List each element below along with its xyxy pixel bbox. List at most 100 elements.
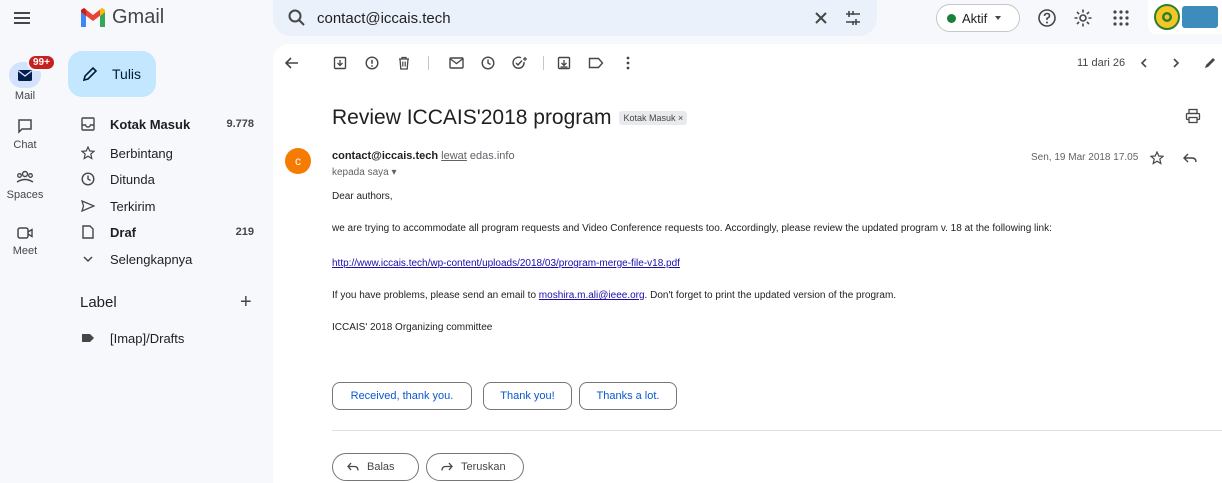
inbox-icon [80,117,96,131]
add-label-icon[interactable]: + [240,292,252,312]
smart-reply-thank-you[interactable]: Thank you! [483,382,572,410]
gmail-m-icon [80,7,106,28]
move-to-icon[interactable] [555,54,573,72]
mark-unread-icon[interactable] [447,54,465,72]
more-vert-icon[interactable] [619,54,637,72]
close-icon[interactable] [811,8,831,28]
reply-icon [347,462,359,472]
smart-reply-thanks-a-lot[interactable]: Thanks a lot. [579,382,677,410]
menu-icon[interactable] [12,8,32,28]
search-bar[interactable]: contact@iccais.tech [273,0,877,36]
trash-icon[interactable] [395,54,413,72]
message-panel: 11 dari 26 Review ICCAIS'2018 program Ko… [273,44,1222,483]
email-paragraph-1: we are trying to accommodate all program… [332,223,1052,234]
email-subject: Review ICCAIS'2018 program Kotak Masuk × [332,106,688,130]
smart-reply-received[interactable]: Received, thank you. [332,382,472,410]
archive-icon[interactable] [331,54,349,72]
rail-label-meet: Meet [12,245,38,257]
rail-item-mail[interactable]: 99+ Mail [0,54,56,102]
labels-heading: Label [80,294,117,311]
rail-item-spaces[interactable]: Spaces [0,170,50,201]
via-domain: edas.info [469,150,515,162]
nav-label-drafts: Draf [110,224,137,240]
rail-label-mail: Mail [14,90,36,102]
sender-avatar[interactable]: c [285,148,311,174]
clock-icon [80,172,96,186]
snooze-clock-icon[interactable] [479,54,497,72]
email-signature: ICCAIS' 2018 Organizing committee [332,322,493,333]
compose-button[interactable]: Tulis [68,51,156,97]
pagination-text: 11 dari 26 [1077,57,1126,69]
nav-item-inbox[interactable]: Kotak Masuk 9.778 [68,111,268,137]
paragraph-2-before: If you have problems, please send an ema… [332,290,537,301]
label-name: [Imap]/Drafts [110,330,185,346]
chat-icon [17,118,33,134]
back-arrow-icon[interactable] [283,54,301,72]
status-label: Aktif [962,10,988,26]
nav-label-more: Selengkapnya [110,251,193,267]
draft-file-icon [80,225,96,239]
contact-email-link[interactable]: moshira.m.ali@ieee.org [539,290,645,301]
status-dropdown[interactable]: Aktif [936,4,1020,32]
toolbar-divider [543,56,544,70]
help-icon[interactable] [1036,7,1058,29]
tune-icon[interactable] [843,8,863,28]
status-dot-icon [947,13,956,23]
rail-label-spaces: Spaces [6,189,44,201]
nav-item-more[interactable]: Selengkapnya [68,246,268,272]
top-bar: Gmail contact@iccais.tech Aktif [0,0,1222,36]
nav-label-starred: Berbintang [110,145,173,161]
nav-label-snoozed: Ditunda [110,171,155,187]
caret-down-icon [993,13,1003,23]
spaces-icon [16,170,34,184]
email-paragraph-2: If you have problems, please send an ema… [332,290,896,301]
program-pdf-link[interactable]: http://www.iccais.tech/wp-content/upload… [332,258,680,269]
add-task-icon[interactable] [511,54,529,72]
account-avatar-icon[interactable] [1154,4,1180,30]
input-tools-icon[interactable] [1201,54,1219,72]
subject-text: Review ICCAIS'2018 program [332,106,612,129]
star-icon [80,146,96,160]
via-link[interactable]: lewat [441,150,467,162]
search-icon[interactable] [287,8,307,28]
sender-name[interactable]: contact@iccais.tech [332,150,438,162]
forward-button[interactable]: Teruskan [426,453,524,481]
nav-label-inbox: Kotak Masuk [110,116,191,132]
pencil-icon [82,66,98,82]
nav-item-drafts[interactable]: Draf 219 [68,219,268,245]
program-link-line: http://www.iccais.tech/wp-content/upload… [332,258,680,269]
report-spam-icon[interactable] [363,54,381,72]
gear-icon[interactable] [1072,7,1094,29]
email-greeting: Dear authors, [332,191,393,202]
chevron-right-icon[interactable] [1167,54,1185,72]
mail-icon [17,69,33,82]
nav-item-sent[interactable]: Terkirim [68,193,268,219]
forward-label: Teruskan [461,461,506,473]
recipient-details-toggle[interactable]: kepada saya ▾ [332,167,397,178]
chevron-left-icon[interactable] [1135,54,1153,72]
rail-item-meet[interactable]: Meet [0,226,50,257]
nav-label-sent: Terkirim [110,198,156,214]
nav-item-snoozed[interactable]: Ditunda [68,166,268,192]
unread-badge: 99+ [27,54,56,71]
rail-item-chat[interactable]: Chat [0,118,50,151]
inbox-label-chip[interactable]: Kotak Masuk × [619,111,688,125]
account-area[interactable] [1148,0,1222,34]
reply-button[interactable]: Balas [332,453,419,481]
forward-icon [441,462,453,472]
chevron-down-icon [80,255,96,263]
toolbar-divider [428,56,429,70]
label-icon[interactable] [587,54,605,72]
reply-icon[interactable] [1183,152,1197,164]
nav-item-starred[interactable]: Berbintang [68,140,268,166]
print-icon[interactable] [1185,108,1201,124]
sender-line: contact@iccais.tech lewat edas.info [332,150,515,162]
search-input[interactable]: contact@iccais.tech [317,10,451,27]
star-icon[interactable] [1150,151,1164,165]
reply-label: Balas [367,461,395,473]
label-item-imap-drafts[interactable]: [Imap]/Drafts [68,325,268,351]
apps-grid-icon[interactable] [1110,7,1132,29]
nav-count-drafts: 219 [235,226,254,238]
gmail-logo[interactable]: Gmail [80,6,164,29]
rail-label-chat: Chat [13,139,37,151]
